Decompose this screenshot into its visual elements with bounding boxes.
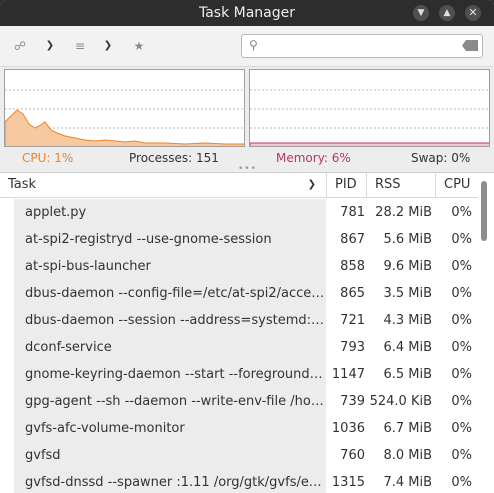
cpu-cell: 0% bbox=[451, 421, 472, 436]
rss-cell: 3.5 MiB bbox=[383, 286, 432, 301]
pid-cell: 793 bbox=[340, 340, 365, 355]
task-name-cell: gvfsd-dnssd --spawner :1.11 /org/gtk/gvf… bbox=[14, 469, 326, 493]
search-field[interactable]: ⚲ bbox=[241, 34, 483, 58]
column-header-task[interactable]: Task ❯ bbox=[0, 173, 326, 197]
list-icon: ≡ bbox=[74, 39, 86, 53]
table-row[interactable]: gvfsd 760 8.0 MiB 0% bbox=[0, 442, 478, 469]
pid-cell: 1147 bbox=[331, 367, 365, 382]
chevron-down-icon: ▼ bbox=[417, 8, 425, 18]
task-name-cell: gpg-agent --sh --daemon --write-env-file… bbox=[14, 388, 326, 415]
rss-cell: 6.5 MiB bbox=[383, 367, 432, 382]
link-button[interactable]: ☍ bbox=[10, 36, 30, 56]
cpu-graph bbox=[4, 69, 245, 147]
column-header-pid[interactable]: PID bbox=[326, 173, 366, 197]
rss-cell: 524.0 KiB bbox=[369, 394, 432, 409]
rss-cell: 5.6 MiB bbox=[383, 232, 432, 247]
cpu-cell: 0% bbox=[451, 259, 472, 274]
pid-cell: 867 bbox=[340, 232, 365, 247]
pid-cell: 1315 bbox=[331, 475, 365, 490]
cpu-cell: 0% bbox=[451, 313, 472, 328]
pid-cell: 739 bbox=[340, 394, 365, 409]
cpu-cell: 0% bbox=[451, 205, 472, 220]
task-name-cell: gvfs-afc-volume-monitor bbox=[14, 415, 326, 442]
chevron-down-icon: ❯ bbox=[45, 40, 55, 51]
rss-cell: 7.4 MiB bbox=[383, 475, 432, 490]
memory-usage-area bbox=[250, 142, 489, 146]
chevron-up-icon: ▲ bbox=[443, 8, 451, 18]
task-name-cell: gvfsd bbox=[14, 442, 326, 469]
cpu-cell: 0% bbox=[451, 448, 472, 463]
table-row[interactable]: gvfsd-dnssd --spawner :1.11 /org/gtk/gvf… bbox=[0, 469, 478, 493]
task-name-cell: at-spi-bus-launcher bbox=[14, 253, 326, 280]
search-icon: ⚲ bbox=[249, 38, 258, 52]
column-header-rss[interactable]: RSS bbox=[366, 173, 435, 197]
pid-cell: 781 bbox=[340, 205, 365, 220]
close-button[interactable]: ✕ bbox=[465, 5, 481, 21]
cpu-cell: 0% bbox=[451, 286, 472, 301]
vertical-scrollbar[interactable] bbox=[481, 181, 487, 241]
cpu-cell: 0% bbox=[451, 340, 472, 355]
rss-cell: 9.6 MiB bbox=[383, 259, 432, 274]
table-row[interactable]: dconf-service 793 6.4 MiB 0% bbox=[0, 334, 478, 361]
view-menu-button[interactable]: ❯ bbox=[98, 36, 118, 56]
cpu-usage-label: CPU: 1% bbox=[22, 151, 74, 165]
link-menu-button[interactable]: ❯ bbox=[40, 36, 60, 56]
cpu-cell: 0% bbox=[451, 394, 472, 409]
table-row[interactable]: at-spi2-registryd --use-gnome-session 867… bbox=[0, 226, 478, 253]
task-name-cell: dbus-daemon --config-file=/etc/at-spi2/a… bbox=[14, 280, 326, 307]
task-name-cell: at-spi2-registryd --use-gnome-session bbox=[14, 226, 326, 253]
table-row[interactable]: dbus-daemon --config-file=/etc/at-spi2/a… bbox=[0, 280, 478, 307]
list-view-button[interactable]: ≡ bbox=[70, 36, 90, 56]
pid-cell: 1036 bbox=[331, 421, 365, 436]
column-header-cpu[interactable]: CPU bbox=[435, 173, 478, 197]
close-icon: ✕ bbox=[468, 6, 478, 19]
clear-search-icon[interactable] bbox=[462, 40, 478, 51]
table-row[interactable]: gnome-keyring-daemon --start --foregroun… bbox=[0, 361, 478, 388]
table-row[interactable]: gpg-agent --sh --daemon --write-env-file… bbox=[0, 388, 478, 415]
pid-cell: 858 bbox=[340, 259, 365, 274]
rss-cell: 4.3 MiB bbox=[383, 313, 432, 328]
favorite-button[interactable]: ★ bbox=[129, 36, 149, 56]
rss-cell: 6.4 MiB bbox=[383, 340, 432, 355]
search-input[interactable] bbox=[266, 37, 460, 57]
pid-cell: 865 bbox=[340, 286, 365, 301]
rss-cell: 6.7 MiB bbox=[383, 421, 432, 436]
star-icon: ★ bbox=[133, 39, 145, 53]
cpu-cell: 0% bbox=[451, 367, 472, 382]
chevron-down-icon: ❯ bbox=[103, 40, 113, 51]
titlebar[interactable]: Task Manager ▼ ▲ ✕ bbox=[0, 0, 494, 26]
task-name-cell: dconf-service bbox=[14, 334, 326, 361]
table-row[interactable]: applet.py 781 28.2 MiB 0% bbox=[0, 199, 478, 226]
processes-count-label: Processes: 151 bbox=[129, 151, 219, 165]
memory-graph-plot bbox=[250, 89, 489, 146]
link-icon: ☍ bbox=[13, 39, 27, 53]
cpu-graph-plot bbox=[5, 89, 244, 146]
process-table: Task ❯ PID RSS CPU applet.py 781 28.2 MiB 0… bbox=[0, 172, 494, 493]
task-manager-window: Task Manager ▼ ▲ ✕ ☍ ❯ ≡ ❯ ★ ⚲ CPU: 1% P… bbox=[0, 0, 494, 493]
task-name-cell: dbus-daemon --session --address=systemd:… bbox=[14, 307, 326, 334]
minimize-button[interactable]: ▼ bbox=[413, 5, 429, 21]
rss-cell: 28.2 MiB bbox=[375, 205, 432, 220]
pid-cell: 721 bbox=[340, 313, 365, 328]
rss-cell: 8.0 MiB bbox=[383, 448, 432, 463]
memory-usage-label: Memory: 6% bbox=[276, 151, 351, 165]
memory-graph bbox=[249, 69, 490, 147]
pid-cell: 760 bbox=[340, 448, 365, 463]
table-row[interactable]: at-spi-bus-launcher 858 9.6 MiB 0% bbox=[0, 253, 478, 280]
table-header: Task ❯ PID RSS CPU bbox=[0, 173, 478, 198]
cpu-cell: 0% bbox=[451, 232, 472, 247]
swap-usage-label: Swap: 0% bbox=[411, 151, 471, 165]
table-row[interactable]: gvfs-afc-volume-monitor 1036 6.7 MiB 0% bbox=[0, 415, 478, 442]
task-name-cell: applet.py bbox=[14, 199, 326, 226]
table-row[interactable]: dbus-daemon --session --address=systemd:… bbox=[0, 307, 478, 334]
chevron-down-icon: ❯ bbox=[307, 179, 316, 190]
cpu-cell: 0% bbox=[451, 475, 472, 490]
toolbar: ☍ ❯ ≡ ❯ ★ ⚲ bbox=[0, 26, 494, 67]
maximize-button[interactable]: ▲ bbox=[439, 5, 455, 21]
task-name-cell: gnome-keyring-daemon --start --foregroun… bbox=[14, 361, 326, 388]
